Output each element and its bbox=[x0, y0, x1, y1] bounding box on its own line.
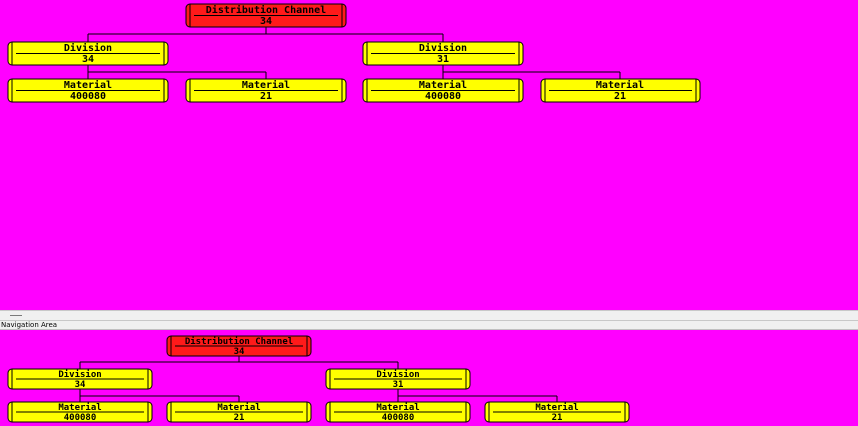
navigation-area-label: Navigation Area bbox=[0, 321, 858, 329]
node-label: Material bbox=[596, 79, 644, 91]
node-value: 31 bbox=[393, 380, 404, 390]
node-value: 31 bbox=[437, 54, 449, 65]
node-material[interactable]: Material 400080 bbox=[7, 78, 169, 103]
node-value: 21 bbox=[260, 91, 272, 102]
node-label: Distribution Channel bbox=[206, 4, 326, 16]
node-label: Material bbox=[419, 79, 467, 91]
node-label: Division bbox=[64, 42, 112, 54]
node-division[interactable]: Division 34 bbox=[7, 41, 169, 66]
node-material[interactable]: Material 400080 bbox=[362, 78, 524, 103]
navigation-tree: Distribution Channel 34 Division 34 Divi… bbox=[7, 335, 630, 423]
navigation-area[interactable]: Distribution Channel 34 Division 34 Divi… bbox=[0, 329, 858, 426]
node-label: Division bbox=[376, 369, 419, 380]
node-division[interactable]: Division 31 bbox=[362, 41, 524, 66]
node-value: 21 bbox=[552, 413, 563, 423]
node-distribution-channel[interactable]: Distribution Channel 34 bbox=[185, 3, 347, 28]
node-value: 21 bbox=[614, 91, 626, 102]
node-label: Material bbox=[535, 402, 578, 413]
node-label: Division bbox=[419, 42, 467, 54]
hierarchy-canvas[interactable]: Distribution Channel 34 Division 34 Divi… bbox=[0, 0, 858, 310]
node-value: 400080 bbox=[425, 91, 461, 102]
node-label: Material bbox=[64, 79, 112, 91]
pane-splitter[interactable] bbox=[0, 310, 858, 321]
node-value: 34 bbox=[75, 380, 86, 390]
node-value: 400080 bbox=[64, 413, 97, 423]
hierarchy-tree: Distribution Channel 34 Division 34 Divi… bbox=[7, 3, 701, 103]
node-value: 400080 bbox=[70, 91, 106, 102]
splitter-grip[interactable] bbox=[10, 315, 22, 316]
node-label: Material bbox=[58, 402, 101, 413]
nav-node-material[interactable]: Material 400080 bbox=[7, 401, 153, 423]
node-label: Division bbox=[58, 369, 101, 380]
node-label: Material bbox=[217, 402, 260, 413]
nav-node-division[interactable]: Division 34 bbox=[7, 368, 153, 390]
node-label: Material bbox=[376, 402, 419, 413]
node-value: 34 bbox=[82, 54, 94, 65]
node-value: 34 bbox=[234, 347, 245, 357]
nav-node-material[interactable]: Material 21 bbox=[166, 401, 312, 423]
nav-node-material[interactable]: Material 400080 bbox=[325, 401, 471, 423]
nav-node-material[interactable]: Material 21 bbox=[484, 401, 630, 423]
node-value: 21 bbox=[234, 413, 245, 423]
node-label: Material bbox=[242, 79, 290, 91]
node-value: 400080 bbox=[382, 413, 415, 423]
nav-node-division[interactable]: Division 31 bbox=[325, 368, 471, 390]
node-label: Distribution Channel bbox=[185, 336, 293, 347]
node-material[interactable]: Material 21 bbox=[185, 78, 347, 103]
nav-node-distribution-channel[interactable]: Distribution Channel 34 bbox=[166, 335, 312, 357]
node-material[interactable]: Material 21 bbox=[540, 78, 701, 103]
node-value: 34 bbox=[260, 16, 272, 27]
